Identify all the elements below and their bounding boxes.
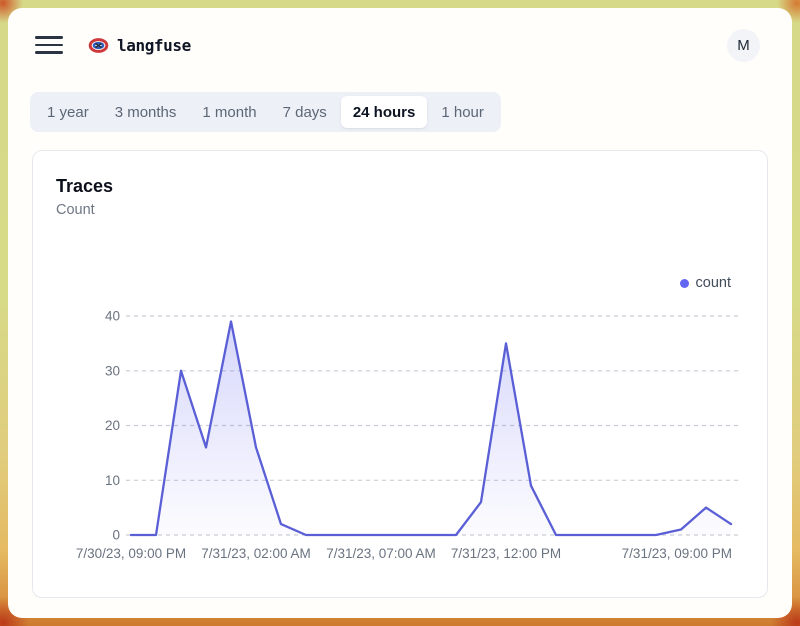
tab-7-days[interactable]: 7 days: [271, 96, 339, 128]
x-tick-label: 7/30/23, 09:00 PM: [76, 546, 186, 561]
top-navigation-bar: langfuse M: [8, 8, 792, 82]
traces-card: Traces Count count 0102030407/30/23, 09:…: [32, 150, 768, 598]
y-tick-label: 10: [105, 473, 120, 488]
x-tick-label: 7/31/23, 02:00 AM: [201, 546, 311, 561]
y-tick-label: 40: [105, 309, 120, 324]
decorative-frame: langfuse M 1 year3 months1 month7 days24…: [0, 0, 800, 626]
tab-1-year[interactable]: 1 year: [35, 96, 101, 128]
tab-24-hours[interactable]: 24 hours: [341, 96, 428, 128]
avatar-initial: M: [737, 37, 750, 54]
area-fill: [131, 322, 731, 536]
user-avatar[interactable]: M: [727, 29, 760, 62]
time-range-tabs: 1 year3 months1 month7 days24 hours1 hou…: [30, 92, 501, 132]
x-tick-label: 7/31/23, 12:00 PM: [451, 546, 561, 561]
tab-1-hour[interactable]: 1 hour: [429, 96, 496, 128]
traces-area-chart: 0 10 20 30 40 7/30/23, 09:00 PM 7/31/23, 02:00…: [33, 151, 767, 597]
brand-name: langfuse: [117, 36, 191, 55]
brand[interactable]: langfuse: [88, 36, 191, 55]
y-tick-label: 30: [105, 363, 120, 378]
hamburger-menu-icon[interactable]: [35, 36, 63, 54]
tab-1-month[interactable]: 1 month: [190, 96, 268, 128]
y-tick-label: 0: [112, 528, 120, 543]
x-tick-label: 7/31/23, 09:00 PM: [622, 546, 732, 561]
app-window: langfuse M 1 year3 months1 month7 days24…: [8, 8, 792, 618]
y-tick-label: 20: [105, 418, 120, 433]
tab-3-months[interactable]: 3 months: [103, 96, 189, 128]
knot-logo-icon: [88, 37, 109, 54]
x-tick-label: 7/31/23, 07:00 AM: [326, 546, 436, 561]
